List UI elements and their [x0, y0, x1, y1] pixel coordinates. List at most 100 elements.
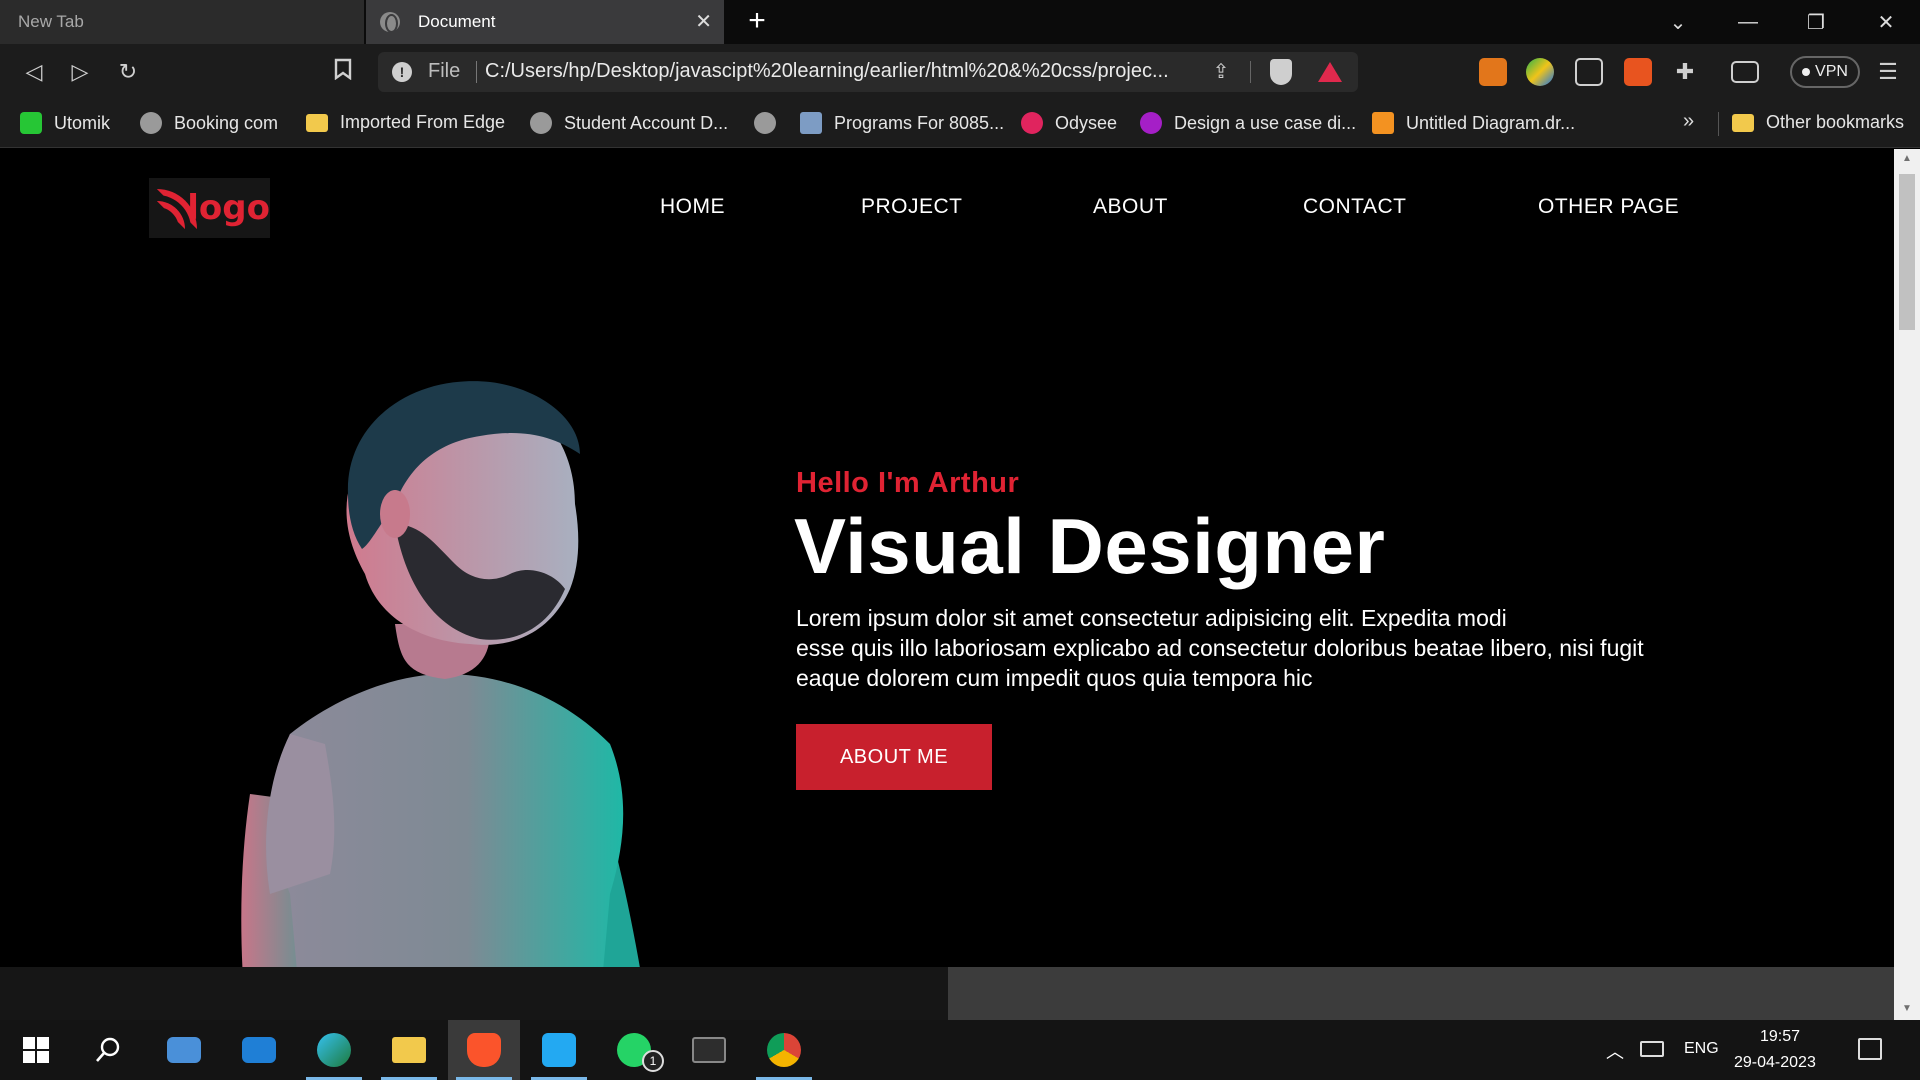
tray-overflow-chevron-icon[interactable]: ︿ — [1606, 1038, 1624, 1064]
brave-app[interactable] — [448, 1020, 520, 1080]
nav-contact[interactable]: CONTACT — [1303, 195, 1406, 219]
bookmark-imported-from-edge[interactable]: Imported From Edge — [306, 112, 505, 133]
globe-icon — [754, 112, 776, 134]
vpn-label: VPN — [1815, 63, 1848, 80]
mail-app[interactable] — [223, 1020, 295, 1080]
next-section-left — [0, 967, 948, 1020]
bookmark-label: Booking com — [174, 112, 279, 133]
language-indicator[interactable]: ENG — [1684, 1040, 1719, 1058]
nav-about[interactable]: ABOUT — [1093, 195, 1168, 219]
windows-taskbar: 1 ︿ ENG 19:57 29-04-2023 — [0, 1020, 1920, 1080]
reader-extension-icon[interactable] — [1575, 58, 1603, 86]
menu-icon[interactable]: ☰ — [1874, 58, 1902, 86]
reload-icon[interactable]: ↻ — [114, 58, 142, 86]
file-explorer-app[interactable] — [373, 1020, 445, 1080]
site-logo[interactable]: logo — [149, 178, 270, 238]
whatsapp-app[interactable]: 1 — [598, 1020, 670, 1080]
bookmark-design-use-case[interactable]: Design a use case di... — [1140, 112, 1356, 134]
globe-icon — [140, 112, 162, 134]
notification-badge: 1 — [642, 1050, 664, 1072]
more-bookmarks-button[interactable]: » — [1683, 110, 1694, 133]
window-close-button[interactable]: ✕ — [1852, 0, 1920, 44]
minimize-button[interactable]: — — [1714, 0, 1782, 44]
bookmark-label: Imported From Edge — [340, 112, 506, 132]
bookmark-untitled-diagram[interactable]: Untitled Diagram.dr... — [1372, 112, 1575, 134]
bookmark-untitled-globe[interactable] — [754, 112, 788, 134]
search-button[interactable] — [72, 1020, 144, 1080]
bookmark-odysee[interactable]: Odysee — [1021, 112, 1117, 134]
terminal-app[interactable] — [673, 1020, 745, 1080]
bookmark-booking[interactable]: Booking com — [140, 112, 278, 134]
bookmark-other-bookmarks[interactable]: Other bookmarks — [1732, 112, 1904, 133]
tab-search-chevron-icon[interactable]: ⌄ — [1644, 0, 1712, 44]
bookmark-student-account[interactable]: Student Account D... — [530, 112, 728, 134]
chrome-icon — [767, 1033, 801, 1067]
globe-icon — [380, 12, 400, 33]
hero-paragraph: Lorem ipsum dolor sit amet consectetur a… — [796, 603, 1706, 693]
scroll-down-icon[interactable]: ▼ — [1900, 1003, 1914, 1014]
swift-icon — [1140, 112, 1162, 134]
browser-toolbar: ◁ ▷ ↻ ! File C:/Users/hp/Desktop/javasci… — [0, 44, 1920, 100]
tab-title: New Tab — [18, 12, 84, 31]
notifications-icon[interactable] — [1858, 1038, 1882, 1060]
bookmark-utomik[interactable]: Utomik — [20, 112, 110, 134]
chrome-app[interactable] — [748, 1020, 820, 1080]
tab-document[interactable]: Document ✕ — [366, 0, 724, 44]
clock-time[interactable]: 19:57 — [1760, 1028, 1800, 1046]
bookmark-label: Utomik — [54, 112, 111, 133]
forward-icon[interactable]: ▷ — [66, 58, 94, 86]
pdf-extension-icon[interactable] — [1624, 58, 1652, 86]
back-icon[interactable]: ◁ — [20, 58, 48, 86]
clock-date[interactable]: 29-04-2023 — [1734, 1054, 1816, 1072]
network-icon[interactable] — [1640, 1041, 1664, 1057]
address-bar[interactable]: ! File C:/Users/hp/Desktop/javascipt%20l… — [378, 52, 1358, 92]
edge-app[interactable] — [298, 1020, 370, 1080]
tab-new-tab[interactable]: New Tab — [0, 0, 364, 44]
nav-other-page[interactable]: OTHER PAGE — [1538, 195, 1679, 219]
divider — [1250, 61, 1251, 83]
utomik-icon — [20, 112, 42, 134]
extension-icon[interactable] — [1526, 58, 1554, 86]
bookmark-programs-8085[interactable]: Programs For 8085... — [800, 112, 1004, 134]
url-text[interactable]: C:/Users/hp/Desktop/javascipt%20learning… — [485, 60, 1190, 83]
scroll-up-icon[interactable]: ▲ — [1900, 153, 1914, 164]
folder-icon — [306, 113, 328, 132]
new-tab-button[interactable]: + — [740, 6, 774, 38]
hero-portrait-image — [241, 381, 649, 1020]
start-button[interactable] — [0, 1020, 72, 1080]
wallet-icon[interactable] — [1731, 61, 1759, 83]
search-icon — [96, 1037, 120, 1062]
vscode-app[interactable] — [523, 1020, 595, 1080]
hero-paragraph-line: esse quis illo laboriosam explicabo ad c… — [796, 635, 1644, 661]
extensions-puzzle-icon[interactable]: ✚ — [1671, 58, 1699, 86]
this-pc-app[interactable] — [148, 1020, 220, 1080]
restore-button[interactable]: ❐ — [1782, 0, 1850, 44]
bookmark-label: Programs For 8085... — [834, 112, 1005, 133]
scheme-label: File — [428, 60, 461, 82]
vpn-button[interactable]: VPN — [1790, 56, 1860, 88]
this-pc-icon — [167, 1037, 201, 1063]
close-icon[interactable]: ✕ — [695, 12, 712, 32]
tab-title: Document — [418, 12, 496, 31]
chip-icon — [800, 112, 822, 134]
bookmark-icon[interactable] — [329, 58, 357, 86]
scrollbar-thumb[interactable] — [1899, 174, 1915, 330]
terminal-icon — [692, 1037, 726, 1063]
share-icon[interactable]: ⇪ — [1208, 59, 1234, 85]
bookmark-label: Other bookmarks — [1766, 112, 1905, 132]
metamask-icon[interactable] — [1479, 58, 1507, 86]
mail-icon — [242, 1037, 276, 1063]
nav-home[interactable]: HOME — [660, 195, 725, 219]
tab-strip: New Tab Document ✕ + ⌄ — ❐ ✕ — [0, 0, 1920, 44]
brave-rewards-icon[interactable] — [1318, 62, 1342, 82]
nav-project[interactable]: PROJECT — [861, 195, 963, 219]
windows-icon — [23, 1037, 49, 1063]
logo-text: logo — [187, 188, 270, 228]
info-icon[interactable]: ! — [392, 62, 412, 82]
about-me-button[interactable]: ABOUT ME — [796, 724, 992, 790]
divider — [1718, 112, 1719, 136]
hero-headline: Visual Designer — [794, 502, 1386, 590]
brave-shields-icon[interactable] — [1270, 59, 1292, 85]
hero-paragraph-line: eaque dolorem cum impedit quos quia temp… — [796, 665, 1313, 691]
bookmarks-bar: Utomik Booking com Imported From Edge St… — [0, 100, 1920, 148]
